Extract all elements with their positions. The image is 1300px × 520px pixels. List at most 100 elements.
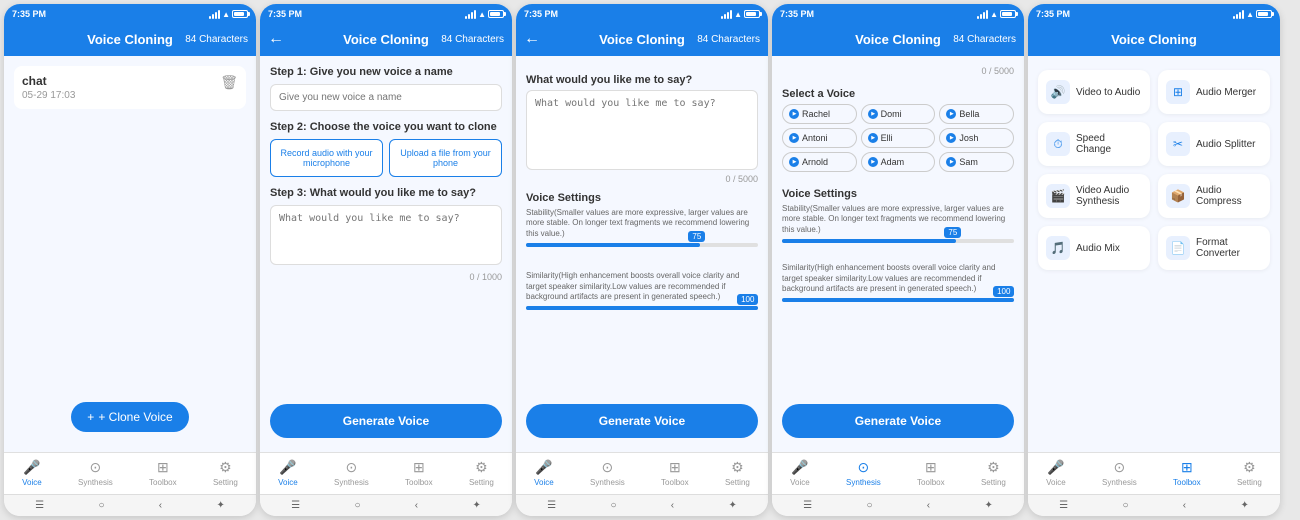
status-time-3: 7:35 PM: [524, 9, 558, 19]
menu-icon-4[interactable]: ☰: [803, 500, 812, 511]
generate-voice-button-3[interactable]: Generate Voice: [526, 404, 758, 438]
nav-synthesis-5[interactable]: ⊙ Synthesis: [1098, 457, 1141, 492]
record-audio-button[interactable]: Record audio with your microphone: [270, 139, 383, 177]
tool-video-audio-synthesis-label: Video Audio Synthesis: [1076, 185, 1142, 207]
nav-toolbox-4[interactable]: ⊞ Toolbox: [913, 457, 949, 492]
nav-voice-5[interactable]: 🎤 Voice: [1042, 457, 1070, 492]
voice-sam[interactable]: Sam: [939, 152, 1014, 172]
home-icon-1[interactable]: ○: [98, 500, 104, 511]
tool-grid-5: 🔊 Video to Audio ⊞ Audio Merger ⏱ Speed …: [1038, 66, 1270, 274]
nav-setting-1[interactable]: ⚙ Setting: [209, 457, 242, 492]
nav-synthesis-1[interactable]: ⊙ Synthesis: [74, 457, 117, 492]
tool-speed-change[interactable]: ⏱ Speed Change: [1038, 122, 1150, 166]
char-count-2: 84 Characters: [441, 34, 504, 45]
home-icon-2[interactable]: ○: [354, 500, 360, 511]
voice-settings-title-4: Voice Settings: [782, 188, 1014, 200]
voice-bella[interactable]: Bella: [939, 104, 1014, 124]
status-bar-2: 7:35 PM ▲: [260, 4, 512, 22]
home-icon-4[interactable]: ○: [866, 500, 872, 511]
menu-icon-2[interactable]: ☰: [291, 500, 300, 511]
recent-icon-4[interactable]: ✦: [984, 500, 992, 511]
tool-audio-compress[interactable]: 📦 Audio Compress: [1158, 174, 1270, 218]
nav-setting-label-2: Setting: [469, 478, 494, 487]
voice-elli[interactable]: Elli: [861, 128, 936, 148]
status-icons-3: ▲: [721, 10, 760, 19]
screen-1: 7:35 PM ▲ Voice Cloning 84 Characters ch…: [4, 4, 256, 516]
voice-adam[interactable]: Adam: [861, 152, 936, 172]
nav-voice-4[interactable]: 🎤 Voice: [786, 457, 814, 492]
nav-voice-3[interactable]: 🎤 Voice: [530, 457, 558, 492]
home-icon-3[interactable]: ○: [610, 500, 616, 511]
back-icon-4[interactable]: ‹: [927, 500, 930, 511]
stability-slider-3[interactable]: 75: [526, 243, 758, 247]
nav-setting-5[interactable]: ⚙ Setting: [1233, 457, 1266, 492]
tool-format-converter[interactable]: 📄 Format Converter: [1158, 226, 1270, 270]
back-icon-1[interactable]: ‹: [159, 500, 162, 511]
video-to-audio-icon: 🔊: [1046, 80, 1070, 104]
battery-icon-4: [1000, 10, 1016, 18]
nav-voice-1[interactable]: 🎤 Voice: [18, 457, 46, 492]
voice-josh[interactable]: Josh: [939, 128, 1014, 148]
wifi-icon-2: ▲: [478, 10, 486, 19]
similarity-slider-3[interactable]: 100: [526, 306, 758, 310]
home-icon-5[interactable]: ○: [1122, 500, 1128, 511]
nav-synthesis-3[interactable]: ⊙ Synthesis: [586, 457, 629, 492]
tool-video-to-audio-label: Video to Audio: [1076, 87, 1140, 98]
back-icon-3[interactable]: ‹: [671, 500, 674, 511]
menu-icon-1[interactable]: ☰: [35, 500, 44, 511]
nav-voice-2[interactable]: 🎤 Voice: [274, 457, 302, 492]
nav-toolbox-label-5: Toolbox: [1173, 478, 1201, 487]
header-title-5: Voice Cloning: [1111, 32, 1197, 47]
tool-audio-merger[interactable]: ⊞ Audio Merger: [1158, 70, 1270, 114]
audio-mix-icon: 🎵: [1046, 236, 1070, 260]
nav-toolbox-5[interactable]: ⊞ Toolbox: [1169, 457, 1205, 492]
nav-setting-2[interactable]: ⚙ Setting: [465, 457, 498, 492]
nav-setting-3[interactable]: ⚙ Setting: [721, 457, 754, 492]
stability-value-4: 75: [944, 227, 961, 238]
clone-voice-button[interactable]: + + Clone Voice: [71, 402, 188, 432]
back-icon-5[interactable]: ‹: [1183, 500, 1186, 511]
char-count-4: 84 Characters: [953, 34, 1016, 45]
nav-toolbox-label-2: Toolbox: [405, 478, 433, 487]
android-bar-3: ☰ ○ ‹ ✦: [516, 494, 768, 516]
generate-voice-button-4[interactable]: Generate Voice: [782, 404, 1014, 438]
tool-video-to-audio[interactable]: 🔊 Video to Audio: [1038, 70, 1150, 114]
voice-domi[interactable]: Domi: [861, 104, 936, 124]
similarity-value-3: 100: [737, 294, 758, 305]
menu-icon-5[interactable]: ☰: [1059, 500, 1068, 511]
recent-icon-1[interactable]: ✦: [216, 500, 224, 511]
generate-voice-button-2[interactable]: Generate Voice: [270, 404, 502, 438]
back-icon-2[interactable]: ‹: [415, 500, 418, 511]
nav-toolbox-2[interactable]: ⊞ Toolbox: [401, 457, 437, 492]
delete-icon-1[interactable]: 🗑: [220, 74, 238, 91]
menu-icon-3[interactable]: ☰: [547, 500, 556, 511]
tool-video-audio-synthesis[interactable]: 🎬 Video Audio Synthesis: [1038, 174, 1150, 218]
content-1: chat 05-29 17:03 🗑 + + Clone Voice: [4, 56, 256, 452]
upload-file-button[interactable]: Upload a file from your phone: [389, 139, 502, 177]
nav-voice-label-2: Voice: [278, 478, 298, 487]
tool-audio-mix[interactable]: 🎵 Audio Mix: [1038, 226, 1150, 270]
nav-toolbox-3[interactable]: ⊞ Toolbox: [657, 457, 693, 492]
nav-toolbox-1[interactable]: ⊞ Toolbox: [145, 457, 181, 492]
nav-synthesis-4[interactable]: ⊙ Synthesis: [842, 457, 885, 492]
tool-audio-splitter[interactable]: ✂ Audio Splitter: [1158, 122, 1270, 166]
voice-rachel[interactable]: Rachel: [782, 104, 857, 124]
voice-name-input[interactable]: [270, 84, 502, 111]
back-button-3[interactable]: ←: [524, 30, 540, 48]
synthesis-icon-1: ⊙: [90, 459, 102, 476]
setting-icon-3: ⚙: [731, 459, 744, 476]
stability-slider-4[interactable]: 75: [782, 239, 1014, 243]
recent-icon-3[interactable]: ✦: [728, 500, 736, 511]
say-text-input[interactable]: [270, 205, 502, 265]
similarity-slider-4[interactable]: 100: [782, 298, 1014, 302]
nav-synthesis-2[interactable]: ⊙ Synthesis: [330, 457, 373, 492]
nav-setting-4[interactable]: ⚙ Setting: [977, 457, 1010, 492]
recent-icon-5[interactable]: ✦: [1240, 500, 1248, 511]
say-textarea-3[interactable]: [526, 90, 758, 170]
voice-antoni[interactable]: Antoni: [782, 128, 857, 148]
mic-icon-4: 🎤: [791, 459, 808, 476]
recent-icon-2[interactable]: ✦: [472, 500, 480, 511]
back-button-2[interactable]: ←: [268, 30, 284, 48]
voice-arnold[interactable]: Arnold: [782, 152, 857, 172]
content-5: 🔊 Video to Audio ⊞ Audio Merger ⏱ Speed …: [1028, 56, 1280, 452]
